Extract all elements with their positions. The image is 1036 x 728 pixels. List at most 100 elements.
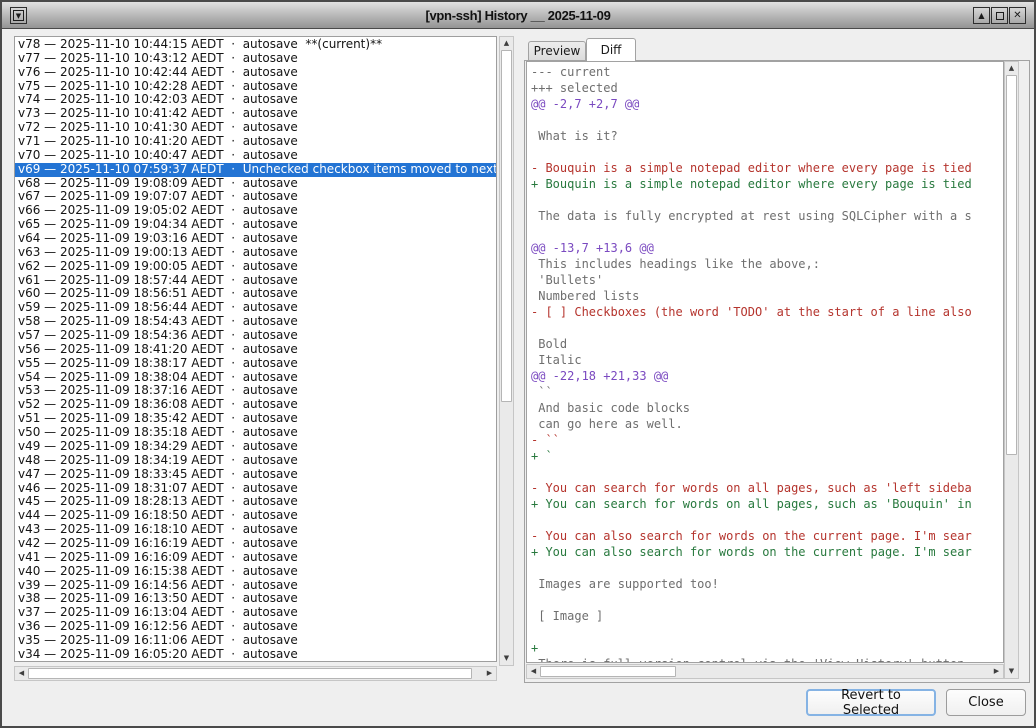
list-item[interactable]: v66 — 2025-11-09 19:05:02 AEDT · autosav… [15,204,496,218]
diff-line: Numbered lists [531,288,1003,304]
diff-line: - You can also search for words on the c… [531,528,1003,544]
scroll-up-arrow[interactable]: ▲ [1005,62,1018,75]
list-item[interactable]: v39 — 2025-11-09 16:14:56 AEDT · autosav… [15,579,496,593]
diff-line: + You can also search for words on the c… [531,544,1003,560]
list-item[interactable]: v70 — 2025-11-10 10:40:47 AEDT · autosav… [15,149,496,163]
diff-line [531,192,1003,208]
diff-vertical-scrollbar[interactable]: ▲ ▼ [1004,61,1019,679]
list-item[interactable]: v67 — 2025-11-09 19:07:07 AEDT · autosav… [15,190,496,204]
list-item[interactable]: v47 — 2025-11-09 18:33:45 AEDT · autosav… [15,468,496,482]
version-list-vertical-scrollbar[interactable]: ▲ ▼ [499,36,514,666]
list-item[interactable]: v54 — 2025-11-09 18:38:04 AEDT · autosav… [15,371,496,385]
diff-line [531,592,1003,608]
scroll-down-arrow[interactable]: ▼ [500,652,513,665]
list-item[interactable]: v49 — 2025-11-09 18:34:29 AEDT · autosav… [15,440,496,454]
titlebar[interactable]: ▼ [vpn-ssh] History __ 2025-11-09 ▲ ✕ [2,2,1034,29]
list-item[interactable]: v74 — 2025-11-10 10:42:03 AEDT · autosav… [15,93,496,107]
maximize-icon [996,12,1004,20]
list-item[interactable]: v58 — 2025-11-09 18:54:43 AEDT · autosav… [15,315,496,329]
list-item[interactable]: v77 — 2025-11-10 10:43:12 AEDT · autosav… [15,52,496,66]
list-item[interactable]: v73 — 2025-11-10 10:41:42 AEDT · autosav… [15,107,496,121]
list-item[interactable]: v50 — 2025-11-09 18:35:18 AEDT · autosav… [15,426,496,440]
diff-line [531,512,1003,528]
close-window-button[interactable]: ✕ [1009,7,1026,24]
tab-preview-label: Preview [534,44,581,58]
list-item[interactable]: v41 — 2025-11-09 16:16:09 AEDT · autosav… [15,551,496,565]
list-item[interactable]: v52 — 2025-11-09 18:36:08 AEDT · autosav… [15,398,496,412]
list-item[interactable]: v65 — 2025-11-09 19:04:34 AEDT · autosav… [15,218,496,232]
shade-button[interactable]: ▲ [973,7,990,24]
diff-line [531,560,1003,576]
diff-line: --- current [531,64,1003,80]
diff-line [531,464,1003,480]
tab-preview[interactable]: Preview [528,41,586,61]
list-item[interactable]: v44 — 2025-11-09 16:18:50 AEDT · autosav… [15,509,496,523]
list-item[interactable]: v46 — 2025-11-09 18:31:07 AEDT · autosav… [15,482,496,496]
scrollbar-thumb[interactable] [1006,75,1017,455]
diff-line: 'Bullets' [531,272,1003,288]
list-item[interactable]: v55 — 2025-11-09 18:38:17 AEDT · autosav… [15,357,496,371]
scroll-right-arrow[interactable]: ▶ [990,665,1003,678]
diff-line [531,144,1003,160]
list-item[interactable]: v34 — 2025-11-09 16:05:20 AEDT · autosav… [15,648,496,662]
list-item[interactable]: v78 — 2025-11-10 10:44:15 AEDT · autosav… [15,38,496,52]
list-item[interactable]: v60 — 2025-11-09 18:56:51 AEDT · autosav… [15,287,496,301]
diff-line: @@ -13,7 +13,6 @@ [531,240,1003,256]
list-item[interactable]: v40 — 2025-11-09 16:15:38 AEDT · autosav… [15,565,496,579]
list-item[interactable]: v45 — 2025-11-09 18:28:13 AEDT · autosav… [15,495,496,509]
scrollbar-thumb[interactable] [540,666,676,677]
scrollbar-thumb[interactable] [501,50,512,402]
diff-line: @@ -2,7 +2,7 @@ [531,96,1003,112]
list-item[interactable]: v56 — 2025-11-09 18:41:20 AEDT · autosav… [15,343,496,357]
diff-line: [ Image ] [531,608,1003,624]
list-item[interactable]: v48 — 2025-11-09 18:34:19 AEDT · autosav… [15,454,496,468]
scroll-left-arrow[interactable]: ◀ [15,667,28,680]
version-list-horizontal-scrollbar[interactable]: ◀ ▶ [14,666,497,681]
diff-line: + ` [531,448,1003,464]
tab-diff[interactable]: Diff [586,38,636,61]
list-item[interactable]: v51 — 2025-11-09 18:35:42 AEDT · autosav… [15,412,496,426]
scroll-up-arrow[interactable]: ▲ [500,37,513,50]
diff-line [531,320,1003,336]
list-item[interactable]: v63 — 2025-11-09 19:00:13 AEDT · autosav… [15,246,496,260]
list-item[interactable]: v76 — 2025-11-10 10:42:44 AEDT · autosav… [15,66,496,80]
list-item[interactable]: v64 — 2025-11-09 19:03:16 AEDT · autosav… [15,232,496,246]
list-item[interactable]: v62 — 2025-11-09 19:00:05 AEDT · autosav… [15,260,496,274]
window-menu-button[interactable]: ▼ [10,7,27,24]
list-item[interactable]: v36 — 2025-11-09 16:12:56 AEDT · autosav… [15,620,496,634]
list-item[interactable]: v61 — 2025-11-09 18:57:44 AEDT · autosav… [15,274,496,288]
revert-to-selected-button[interactable]: Revert to Selected [806,689,936,716]
diff-line: + You can search for words on all pages,… [531,496,1003,512]
list-item[interactable]: v43 — 2025-11-09 16:18:10 AEDT · autosav… [15,523,496,537]
list-item[interactable]: v69 — 2025-11-10 07:59:37 AEDT · Uncheck… [15,163,496,177]
list-item[interactable]: v72 — 2025-11-10 10:41:30 AEDT · autosav… [15,121,496,135]
diff-line: - Bouquin is a simple notepad editor whe… [531,160,1003,176]
close-icon: ✕ [1013,11,1021,21]
scroll-down-arrow[interactable]: ▼ [1005,665,1018,678]
diff-line: There is full version control via the 'V… [531,656,1003,663]
maximize-button[interactable] [991,7,1008,24]
scrollbar-thumb[interactable] [28,668,472,679]
list-item[interactable]: v42 — 2025-11-09 16:16:19 AEDT · autosav… [15,537,496,551]
close-button[interactable]: Close [946,689,1026,716]
list-item[interactable]: v57 — 2025-11-09 18:54:36 AEDT · autosav… [15,329,496,343]
diff-text[interactable]: --- current+++ selected@@ -2,7 +2,7 @@ W… [526,61,1004,663]
list-item[interactable]: v53 — 2025-11-09 18:37:16 AEDT · autosav… [15,384,496,398]
version-list[interactable]: v78 — 2025-11-10 10:44:15 AEDT · autosav… [14,36,497,662]
diff-line [531,224,1003,240]
diff-horizontal-scrollbar[interactable]: ◀ ▶ [526,664,1004,679]
list-item[interactable]: v75 — 2025-11-10 10:42:28 AEDT · autosav… [15,80,496,94]
list-item[interactable]: v71 — 2025-11-10 10:41:20 AEDT · autosav… [15,135,496,149]
list-item[interactable]: v37 — 2025-11-09 16:13:04 AEDT · autosav… [15,606,496,620]
diff-line: What is it? [531,128,1003,144]
diff-line: Images are supported too! [531,576,1003,592]
list-item[interactable]: v38 — 2025-11-09 16:13:50 AEDT · autosav… [15,592,496,606]
scroll-left-arrow[interactable]: ◀ [527,665,540,678]
list-item[interactable]: v59 — 2025-11-09 18:56:44 AEDT · autosav… [15,301,496,315]
diff-line: Bold [531,336,1003,352]
diff-line: +++ selected [531,80,1003,96]
list-item[interactable]: v68 — 2025-11-09 19:08:09 AEDT · autosav… [15,177,496,191]
list-item[interactable]: v35 — 2025-11-09 16:11:06 AEDT · autosav… [15,634,496,648]
scroll-right-arrow[interactable]: ▶ [483,667,496,680]
diff-line: - `` [531,432,1003,448]
